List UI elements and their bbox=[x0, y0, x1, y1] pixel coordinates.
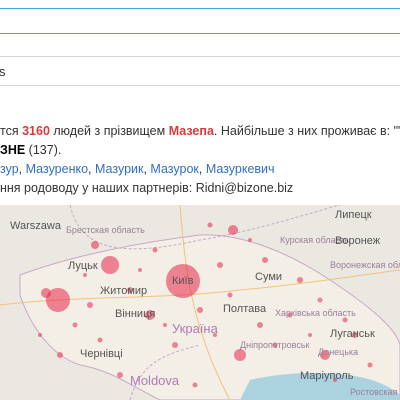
related-surname-link[interactable]: Мазуркевич bbox=[206, 162, 275, 176]
marker[interactable] bbox=[172, 342, 178, 348]
label-zhytomyr: Житомир bbox=[100, 285, 148, 297]
related-surnames: зур, Мазуренко, Мазурик, Мазурок, Мазурк… bbox=[0, 162, 275, 176]
marker[interactable] bbox=[83, 273, 87, 277]
marker[interactable] bbox=[57, 352, 63, 358]
marker[interactable] bbox=[197, 307, 203, 313]
marker[interactable] bbox=[97, 337, 103, 343]
label-lipetsk: Липецк bbox=[335, 209, 372, 221]
marker[interactable] bbox=[234, 349, 246, 361]
label-kharkiv-oblast: Харківська область bbox=[275, 308, 356, 318]
marker[interactable] bbox=[227, 292, 233, 298]
marker[interactable] bbox=[262, 257, 268, 263]
people-count: 3160 bbox=[22, 124, 50, 138]
marker[interactable] bbox=[163, 323, 167, 327]
info-line-1: тся 3160 людей з прізвищем Мазепа. Найбі… bbox=[0, 122, 400, 141]
info-mid: людей з прізвищем bbox=[53, 124, 166, 138]
label-lutsk: Луцьк bbox=[68, 260, 98, 272]
label-voronezh-oblast: Воронежская область bbox=[330, 260, 400, 270]
related-surname-link[interactable]: зур bbox=[0, 162, 19, 176]
label-chernivtsi: Чернівці bbox=[80, 348, 123, 360]
label-rostov: Ростовская bbox=[350, 387, 398, 397]
label-luhansk: Луганськ bbox=[330, 328, 375, 340]
related-surname-link[interactable]: Мазуренко bbox=[26, 162, 88, 176]
label-warszawa: Warszawa bbox=[10, 220, 61, 232]
marker[interactable] bbox=[228, 225, 238, 235]
marker[interactable] bbox=[192, 382, 198, 388]
label-brest-oblast: Брестская область bbox=[66, 225, 145, 235]
marker[interactable] bbox=[248, 238, 252, 242]
surname: Мазепа bbox=[168, 124, 214, 138]
label-donetsk: Донецька bbox=[318, 347, 359, 357]
marker[interactable] bbox=[257, 322, 263, 328]
marker[interactable] bbox=[38, 333, 42, 337]
info-line-2: ЗНЕ (137). bbox=[0, 141, 61, 160]
marker[interactable] bbox=[308, 333, 312, 337]
info-prefix: тся bbox=[0, 124, 19, 138]
info-suffix: . Найбільше з них проживає в: ""М bbox=[213, 124, 400, 138]
search-input[interactable] bbox=[0, 8, 400, 34]
distribution-map[interactable]: Warszawa Брестская область Липецк Курска… bbox=[0, 205, 400, 400]
label-dnipro: Дніпропетровськ bbox=[240, 340, 310, 350]
marker[interactable] bbox=[207, 222, 213, 228]
marker[interactable] bbox=[152, 247, 158, 253]
related-surname-link[interactable]: Мазурик bbox=[95, 162, 143, 176]
marker[interactable] bbox=[41, 288, 51, 298]
partner-text: ння родоводу у наших партнерів: Ridni@bi… bbox=[0, 181, 294, 195]
marker[interactable] bbox=[342, 317, 348, 323]
label-mariupol: Маріуполь bbox=[300, 370, 354, 382]
result-text: s bbox=[0, 64, 6, 79]
marker[interactable] bbox=[217, 262, 223, 268]
label-poltava: Полтава bbox=[223, 303, 267, 315]
label-ukraina: Україна bbox=[172, 321, 218, 336]
partner-line: ння родоводу у наших партнерів: Ridni@bi… bbox=[0, 179, 293, 198]
top-bar bbox=[0, 0, 400, 40]
label-voronezh: Воронеж bbox=[335, 235, 381, 247]
marker[interactable] bbox=[117, 372, 123, 378]
marker[interactable] bbox=[317, 297, 323, 303]
label-moldova: Moldova bbox=[130, 373, 180, 388]
top-region-count: (137). bbox=[25, 143, 62, 157]
label-sumy: Суми bbox=[255, 271, 283, 283]
label-kyiv: Київ bbox=[172, 275, 194, 287]
marker[interactable] bbox=[72, 322, 78, 328]
label-vinnytsia: Вінниця bbox=[115, 308, 156, 320]
related-surname-link[interactable]: Мазурок bbox=[150, 162, 198, 176]
marker[interactable] bbox=[297, 277, 303, 283]
marker[interactable] bbox=[101, 256, 119, 274]
marker[interactable] bbox=[138, 268, 142, 272]
marker[interactable] bbox=[367, 362, 373, 368]
top-region: ЗНЕ bbox=[0, 143, 26, 157]
marker[interactable] bbox=[91, 241, 99, 249]
result-field[interactable]: s bbox=[0, 56, 400, 86]
marker[interactable] bbox=[87, 302, 93, 308]
